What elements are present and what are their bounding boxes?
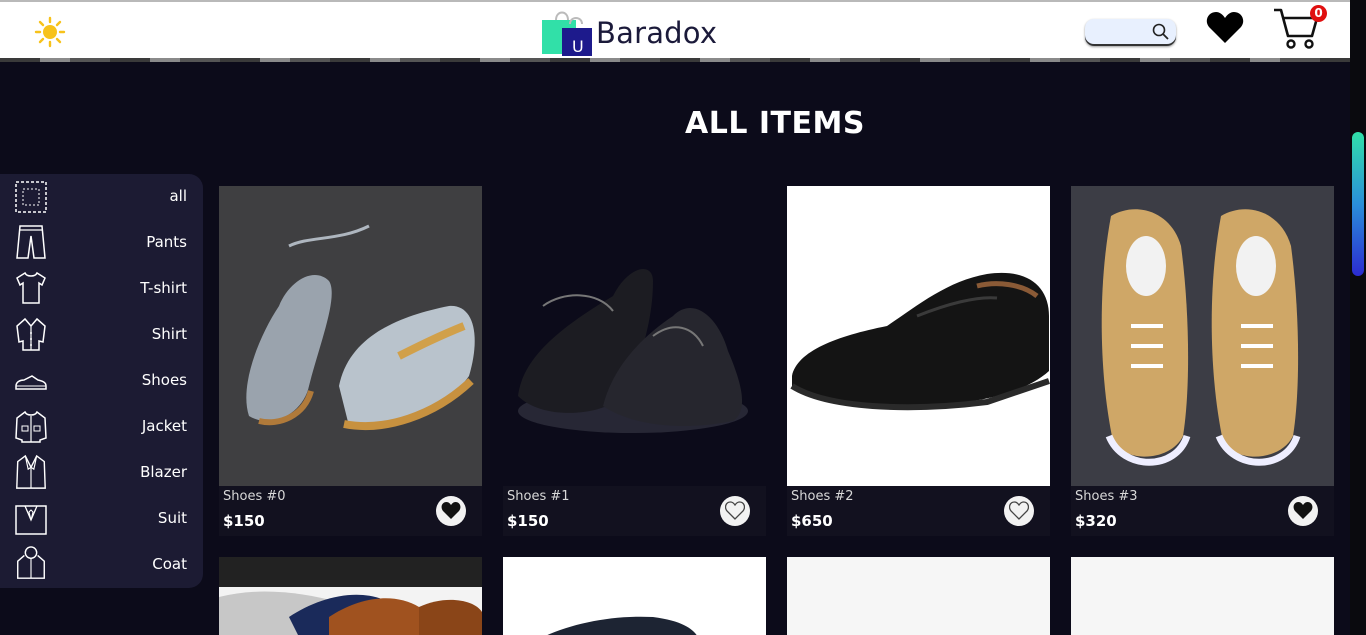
product-image [219,557,482,635]
sidebar-item-blazer[interactable]: Blazer [0,450,203,496]
sidebar-item-label: Pants [146,233,187,251]
product-card[interactable] [219,557,482,635]
favorite-button[interactable] [436,496,466,526]
sidebar-item-label: Coat [152,555,187,573]
search-input[interactable] [1091,23,1151,41]
search-icon[interactable] [1151,22,1171,42]
heart-filled-icon [1293,502,1313,519]
sidebar-item-label: Blazer [140,463,187,481]
jacket-icon [15,410,47,443]
sidebar-item-label: Jacket [141,417,187,435]
sidebar-item-label: all [169,187,187,205]
dress-shoe-image [518,269,748,433]
sidebar-item-coat[interactable]: Coat [0,542,203,588]
product-image[interactable] [1071,186,1334,486]
heart-outline-icon [1009,501,1029,520]
shirt-icon [16,317,46,351]
favorite-button[interactable] [1288,496,1318,526]
product-name: Shoes #1 [507,489,570,504]
product-card[interactable]: Shoes #1 $150 [503,186,766,536]
product-card[interactable] [503,557,766,635]
sidebar-item-pants[interactable]: Pants [0,220,203,266]
favorite-button[interactable] [1004,496,1034,526]
sidebar-item-label: Shoes [141,371,187,389]
sidebar-item-suit[interactable]: Suit [0,496,203,542]
heart-icon[interactable] [1206,10,1244,44]
product-card[interactable]: Shoes #2 $650 [787,186,1050,536]
header-divider [0,58,1350,62]
svg-text:U: U [572,37,584,56]
sidebar-item-label: T-shirt [140,279,187,297]
all-icon [15,181,47,213]
product-image [547,616,697,635]
sidebar-item-label: Shirt [151,325,187,343]
loafer-image [790,272,1050,411]
sidebar-item-all[interactable]: all [0,174,203,220]
sidebar-item-shirt[interactable]: Shirt [0,312,203,358]
product-price: $150 [223,512,265,530]
header-bar: U Baradox [0,2,1350,58]
scrollbar-thumb[interactable] [1352,132,1364,276]
product-price: $650 [791,512,833,530]
sidebar-item-shoes[interactable]: Shoes [0,358,203,404]
product-image[interactable] [787,186,1050,486]
product-name: Shoes #0 [223,489,286,504]
blazer-icon [16,454,46,489]
search-box[interactable] [1085,19,1176,46]
canvas-sneaker-image [1101,209,1301,466]
sun-icon[interactable] [34,16,66,48]
tshirt-icon [16,271,46,304]
category-sidebar: all Pants T-shirt Shirt Shoes Jacket Bla… [0,174,203,588]
pants-icon [16,225,46,259]
suit-icon [15,505,47,535]
product-name: Shoes #3 [1075,489,1138,504]
page-scrollbar[interactable] [1350,0,1366,635]
shoe-icon [15,375,47,390]
brand-name: Baradox [596,16,718,50]
product-card[interactable]: Shoes #0 $150 [219,186,482,536]
product-card[interactable]: Shoes #3 $320 [1071,186,1334,536]
page-title: ALL ITEMS [685,106,865,141]
product-card[interactable] [1071,557,1334,635]
shopping-bag-icon: U [542,11,592,56]
sidebar-item-jacket[interactable]: Jacket [0,404,203,450]
sidebar-item-label: Suit [157,509,187,527]
coat-icon [17,546,45,579]
favorite-button[interactable] [720,496,750,526]
cart-count-badge: 0 [1310,5,1327,22]
sidebar-item-tshirt[interactable]: T-shirt [0,266,203,312]
product-name: Shoes #2 [791,489,854,504]
heart-filled-icon [441,502,461,519]
product-image[interactable] [219,186,482,486]
product-image[interactable] [503,186,766,486]
product-card[interactable] [787,557,1050,635]
heart-outline-icon [725,501,745,520]
product-price: $150 [507,512,549,530]
sneaker-image [246,224,475,431]
brand-logo[interactable]: U Baradox [542,6,717,56]
product-price: $320 [1075,512,1117,530]
